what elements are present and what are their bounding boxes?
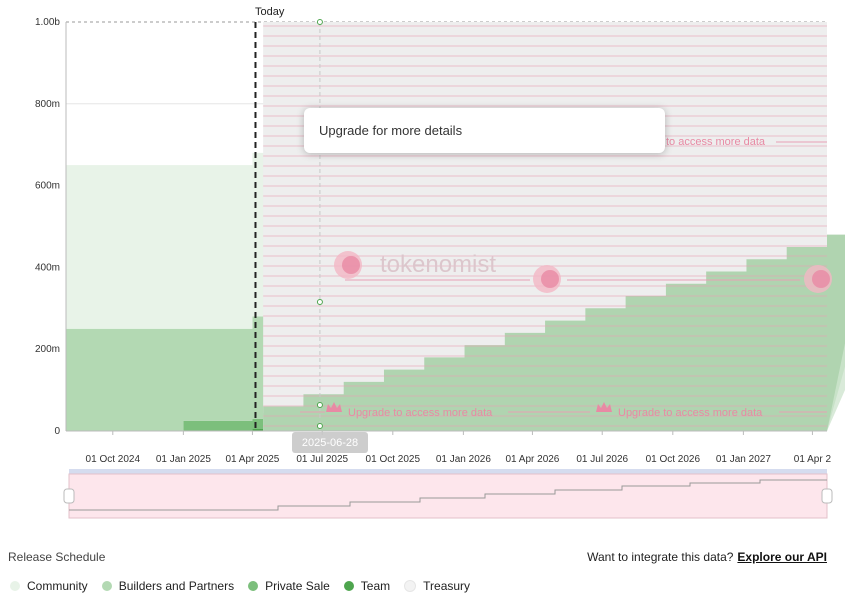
locked-region: tokenomist Upgrade to access more data Upg… xyxy=(254,19,845,431)
y-tick-label: 200m xyxy=(35,344,60,355)
release-chart: tokenomist Upgrade to access more data Upg… xyxy=(35,17,845,519)
watermark-upgrade-text: Upgrade to access more data xyxy=(618,407,763,419)
x-tick-label: 01 Apr 2025 xyxy=(225,454,279,465)
hover-point xyxy=(316,423,323,429)
x-tick-label: 01 Jan 2026 xyxy=(436,454,491,465)
y-axis: 0 200m 400m 600m 800m 1.00b xyxy=(35,17,67,437)
x-tick-label: 01 Oct 2024 xyxy=(86,454,141,465)
y-tick-label: 800m xyxy=(35,99,60,110)
hover-point xyxy=(316,299,323,305)
hover-point xyxy=(316,402,323,408)
legend-label: Treasury xyxy=(423,579,471,593)
x-tick-label: 01 Apr 2 xyxy=(794,454,832,465)
y-tick-label: 0 xyxy=(54,426,60,437)
y-tick-label: 400m xyxy=(35,262,60,273)
navigator-window[interactable] xyxy=(68,473,828,519)
navigator-right-handle[interactable] xyxy=(821,488,833,504)
legend-item-treasury[interactable]: Treasury xyxy=(404,579,470,593)
release-schedule-title: Release Schedule xyxy=(8,550,106,564)
legend-item-community[interactable]: Community xyxy=(10,579,88,593)
x-tick-label: 01 Jan 2027 xyxy=(716,454,771,465)
chart-legend: Community Builders and Partners Private … xyxy=(10,579,470,593)
legend-item-private-sale[interactable]: Private Sale xyxy=(248,579,330,593)
tooltip-text: Upgrade for more details xyxy=(319,123,463,138)
watermark-upgrade-text: to access more data xyxy=(666,136,766,148)
legend-label: Team xyxy=(360,579,391,593)
legend-label: Builders and Partners xyxy=(118,579,235,593)
legend-item-builders[interactable]: Builders and Partners xyxy=(101,579,235,593)
x-axis: 01 Oct 2024 01 Jan 2025 01 Apr 2025 01 Jul … xyxy=(66,430,832,465)
watermark-logo-icon xyxy=(342,256,360,274)
x-tick-label: 01 Oct 2025 xyxy=(366,454,421,465)
x-tick-label: 01 Jul 2026 xyxy=(576,454,628,465)
legend-label: Private Sale xyxy=(265,579,330,593)
legend-item-team[interactable]: Team xyxy=(343,579,391,593)
watermark-logo-icon xyxy=(541,270,559,288)
range-navigator[interactable] xyxy=(63,469,833,519)
x-tick-label: 01 Apr 2026 xyxy=(505,454,559,465)
today-label: Today xyxy=(255,6,285,18)
watermark-brand: tokenomist xyxy=(380,251,496,278)
legend-swatch xyxy=(10,581,20,591)
x-tick-label: 01 Jan 2025 xyxy=(156,454,211,465)
watermark-logo-icon xyxy=(812,270,830,288)
navigator-left-handle[interactable] xyxy=(63,488,75,504)
hover-date-label: 2025-06-28 xyxy=(292,432,368,453)
api-promo: Want to integrate this data? Explore our … xyxy=(587,550,827,564)
legend-label: Community xyxy=(27,579,88,593)
legend-swatch xyxy=(101,581,112,591)
y-tick-label: 1.00b xyxy=(35,17,60,28)
legend-swatch xyxy=(343,581,354,591)
explore-api-link[interactable]: Explore our API xyxy=(737,550,827,564)
navigator-track xyxy=(69,469,827,474)
y-tick-label: 600m xyxy=(35,181,60,192)
upgrade-tooltip[interactable]: Upgrade for more details xyxy=(304,108,665,153)
hover-point xyxy=(316,19,323,25)
x-tick-label: 01 Oct 2026 xyxy=(646,454,701,465)
api-question: Want to integrate this data? xyxy=(587,550,734,564)
x-tick-label: 01 Jul 2025 xyxy=(296,454,348,465)
watermark-upgrade-text: Upgrade to access more data xyxy=(348,407,493,419)
legend-swatch xyxy=(248,581,259,591)
legend-swatch xyxy=(404,580,417,592)
